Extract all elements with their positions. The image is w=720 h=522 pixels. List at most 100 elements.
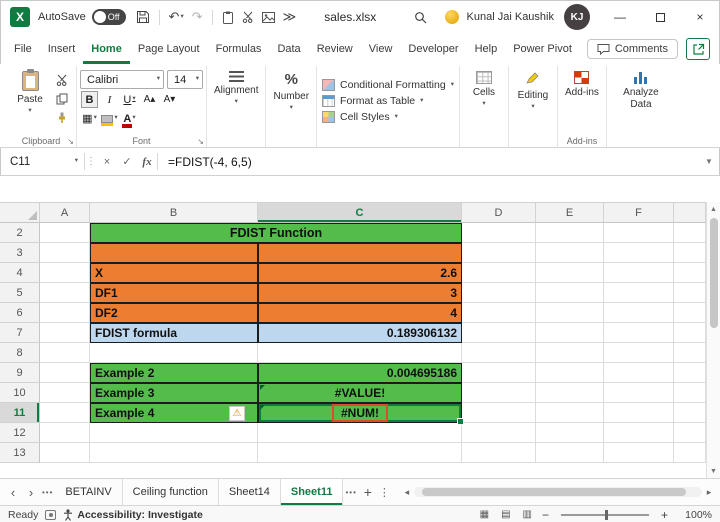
font-size-select[interactable]: 14 ▾ (167, 70, 203, 89)
font-dialog-launcher[interactable]: ↘ (197, 137, 204, 146)
cell-E9[interactable] (536, 363, 604, 383)
cell-F13[interactable] (604, 443, 674, 463)
row-header-3[interactable]: 3 (0, 243, 40, 263)
cell-E6[interactable] (536, 303, 604, 323)
cell-F8[interactable] (604, 343, 674, 363)
cell-C7[interactable]: 0.189306132 (258, 323, 462, 343)
copy-button[interactable] (53, 91, 71, 106)
column-header-e[interactable]: E (536, 203, 604, 223)
tab-home[interactable]: Home (83, 34, 130, 64)
cell-G2[interactable] (674, 223, 706, 243)
error-warning-icon[interactable]: ⚠ (229, 406, 245, 421)
cell-B10[interactable]: Example 3 (90, 383, 258, 403)
row-header-11[interactable]: 11 (0, 403, 40, 423)
cell-A2[interactable] (40, 223, 90, 243)
more-sheets-right-icon[interactable]: ••• (345, 488, 356, 497)
cell-D4[interactable] (462, 263, 536, 283)
hscroll-left-icon[interactable]: ◂ (400, 487, 414, 498)
cell-C5[interactable]: 3 (258, 283, 462, 303)
fill-color-button[interactable]: ▾ (101, 110, 118, 127)
cell-A7[interactable] (40, 323, 90, 343)
font-color-button[interactable]: A ▾ (121, 110, 138, 128)
sheet-tab-betainv[interactable]: BETAINV (55, 479, 123, 505)
insert-function-icon[interactable]: fx (137, 148, 157, 175)
cell-F12[interactable] (604, 423, 674, 443)
fill-handle[interactable] (457, 418, 464, 425)
cell-A4[interactable] (40, 263, 90, 283)
name-box[interactable]: C11 ▾ (0, 148, 84, 175)
cell-D2[interactable] (462, 223, 536, 243)
cell-D5[interactable] (462, 283, 536, 303)
cell-C10[interactable]: #VALUE! (258, 383, 462, 403)
more-sheets-left-icon[interactable]: ••• (42, 488, 53, 497)
cell-A13[interactable] (40, 443, 90, 463)
sheet-tab-sheet11[interactable]: Sheet11 (280, 479, 344, 505)
cell-A11[interactable] (40, 403, 90, 423)
column-header-a[interactable]: A (40, 203, 90, 223)
clipboard-qat-icon[interactable] (222, 11, 234, 24)
cell-D8[interactable] (462, 343, 536, 363)
cell-E11[interactable] (536, 403, 604, 423)
cell-A9[interactable] (40, 363, 90, 383)
cell-E10[interactable] (536, 383, 604, 403)
cell-G10[interactable] (674, 383, 706, 403)
vertical-scrollbar[interactable]: ▲ ▼ (706, 202, 720, 478)
cell-A6[interactable] (40, 303, 90, 323)
user-name[interactable]: Kunal Jai Kaushik (467, 11, 554, 23)
scroll-down-icon[interactable]: ▼ (707, 464, 720, 478)
save-icon[interactable] (136, 10, 150, 24)
cell-E7[interactable] (536, 323, 604, 343)
increase-font-button[interactable]: A▴ (141, 91, 158, 108)
tab-help[interactable]: Help (467, 34, 506, 64)
cell-A8[interactable] (40, 343, 90, 363)
cell-E5[interactable] (536, 283, 604, 303)
tab-view[interactable]: View (361, 34, 401, 64)
row-header-2[interactable]: 2 (0, 223, 40, 243)
cell-C9[interactable]: 0.004695186 (258, 363, 462, 383)
cell-F7[interactable] (604, 323, 674, 343)
vertical-scroll-thumb[interactable] (709, 218, 718, 328)
tab-review[interactable]: Review (309, 34, 361, 64)
macro-record-icon[interactable] (45, 509, 57, 520)
redo-button[interactable]: ↷ (192, 9, 203, 25)
row-header-13[interactable]: 13 (0, 443, 40, 463)
page-break-view-icon[interactable]: ▥ (523, 509, 532, 520)
editing-button[interactable]: Editing ▾ (512, 68, 554, 134)
user-avatar[interactable]: KJ (564, 4, 590, 30)
cell-G12[interactable] (674, 423, 706, 443)
tab-data[interactable]: Data (269, 34, 308, 64)
analyze-data-button[interactable]: Analyze Data (610, 68, 672, 134)
undo-button[interactable]: ↶ ▾ (169, 9, 184, 25)
column-header-f[interactable]: F (604, 203, 674, 223)
cell-A5[interactable] (40, 283, 90, 303)
cell-F6[interactable] (604, 303, 674, 323)
cell-D10[interactable] (462, 383, 536, 403)
cell-C13[interactable] (258, 443, 462, 463)
cell-F10[interactable] (604, 383, 674, 403)
comments-button[interactable]: Comments (586, 39, 678, 59)
zoom-in-button[interactable]: + (658, 508, 671, 522)
cell-G13[interactable] (674, 443, 706, 463)
tab-power-pivot[interactable]: Power Pivot (505, 34, 580, 64)
cell-styles-button[interactable]: Cell Styles ▾ (322, 111, 454, 123)
column-header-partial[interactable] (674, 203, 706, 223)
normal-view-icon[interactable]: ▦ (480, 509, 489, 520)
cell-B13[interactable] (90, 443, 258, 463)
cell-A12[interactable] (40, 423, 90, 443)
tab-formulas[interactable]: Formulas (208, 34, 270, 64)
cell-C6[interactable]: 4 (258, 303, 462, 323)
cell-D11[interactable] (462, 403, 536, 423)
sheet-nav-right-icon[interactable]: › (22, 485, 40, 500)
cell-B7[interactable]: FDIST formula (90, 323, 258, 343)
formula-input[interactable]: =FDIST(-4, 6,5) (158, 148, 698, 175)
cell-B4[interactable]: X (90, 263, 258, 283)
cell-F5[interactable] (604, 283, 674, 303)
borders-button[interactable]: ▦ ▾ (81, 110, 98, 127)
cell-E13[interactable] (536, 443, 604, 463)
zoom-level[interactable]: 100% (678, 509, 712, 521)
zoom-slider[interactable] (561, 509, 649, 520)
cell-G3[interactable] (674, 243, 706, 263)
addins-button[interactable]: Add-ins (561, 68, 603, 134)
column-header-c[interactable]: C (258, 203, 462, 223)
cell-B2[interactable]: FDIST Function (90, 223, 462, 243)
